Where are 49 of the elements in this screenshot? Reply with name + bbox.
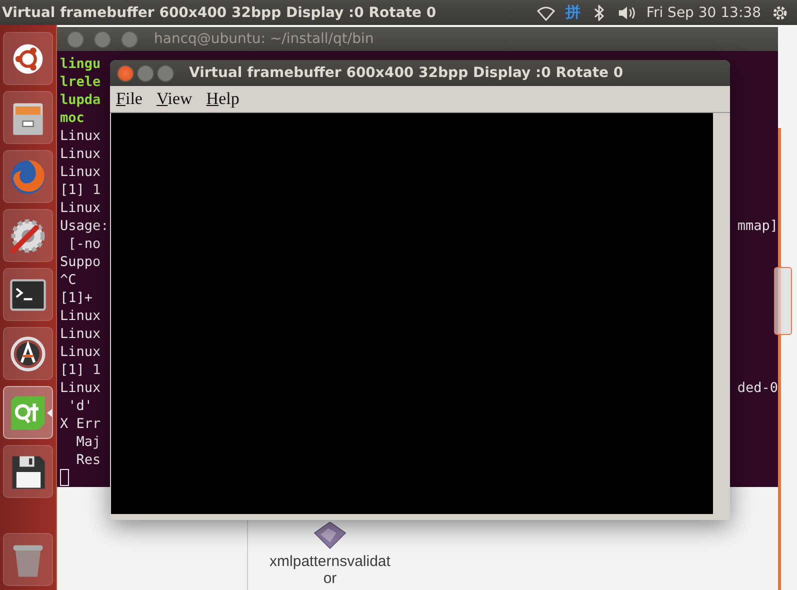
terminal-line: [1] 1 xyxy=(60,361,101,379)
terminal-line: Suppo xyxy=(60,253,101,271)
launcher-item[interactable] xyxy=(3,445,53,498)
terminal-line: 'd' xyxy=(67,397,93,415)
maximize-button[interactable] xyxy=(157,64,174,82)
file-name[interactable]: xmlpatternsvalidator xyxy=(267,553,393,587)
active-window-title: Virtual framebuffer 600x400 32bpp Display :0 Rotate 0 xyxy=(1,4,436,20)
terminal-line: [1]+ xyxy=(60,289,93,307)
terminal-line: Linux xyxy=(60,379,101,397)
window-title: hancq@ubuntu: ~/install/qt/bin xyxy=(154,31,374,47)
settings-icon[interactable] xyxy=(771,4,789,20)
terminal-line: moc xyxy=(60,109,84,127)
terminal-line: Linux xyxy=(60,199,101,217)
terminal-line: X Err xyxy=(60,415,101,433)
file-diamond-icon[interactable] xyxy=(311,522,349,550)
menu-item[interactable]: Help xyxy=(206,89,240,109)
launcher-item[interactable] xyxy=(3,268,53,321)
terminal-line: [-no xyxy=(67,235,101,253)
terminal-line: Linux xyxy=(60,307,101,325)
terminal-line: Linux xyxy=(60,163,101,181)
text-cursor xyxy=(60,469,69,486)
terminal-line: Linux xyxy=(60,145,101,163)
terminal-line: ^C xyxy=(60,271,76,289)
minimize-button[interactable] xyxy=(94,30,111,48)
terminal-line: [1] 1 xyxy=(60,181,101,199)
volume-icon[interactable] xyxy=(618,4,636,20)
terminal-line: mmap] xyxy=(737,217,778,235)
terminal-line: Usage: xyxy=(60,217,109,235)
terminal-line: Linux xyxy=(60,343,101,361)
close-button[interactable] xyxy=(67,30,84,48)
terminal-line: lupda xyxy=(60,91,101,109)
terminal-line: Linux xyxy=(60,127,101,145)
maximize-button[interactable] xyxy=(121,30,138,48)
menu-item[interactable]: File xyxy=(116,89,142,109)
menu-item[interactable]: View xyxy=(156,89,192,109)
wifi-icon[interactable] xyxy=(537,4,556,20)
launcher-item[interactable] xyxy=(3,327,53,380)
clock[interactable]: Fri Sep 30 13:38 xyxy=(646,4,761,20)
terminal-line: Res xyxy=(75,451,101,469)
terminal-line: Maj xyxy=(75,433,101,451)
launcher-item[interactable] xyxy=(3,32,53,85)
terminal-line: Linux xyxy=(60,325,101,343)
window-title: Virtual framebuffer 600x400 32bpp Display :0 Rotate 0 xyxy=(189,65,624,81)
terminal-line: ded-0 xyxy=(737,379,778,397)
terminal-line: lrele xyxy=(60,73,101,91)
terminal-line: lingu xyxy=(60,55,101,73)
scrollbar-thumb[interactable] xyxy=(774,267,792,335)
minimize-button[interactable] xyxy=(137,64,154,82)
close-button[interactable] xyxy=(117,64,134,82)
